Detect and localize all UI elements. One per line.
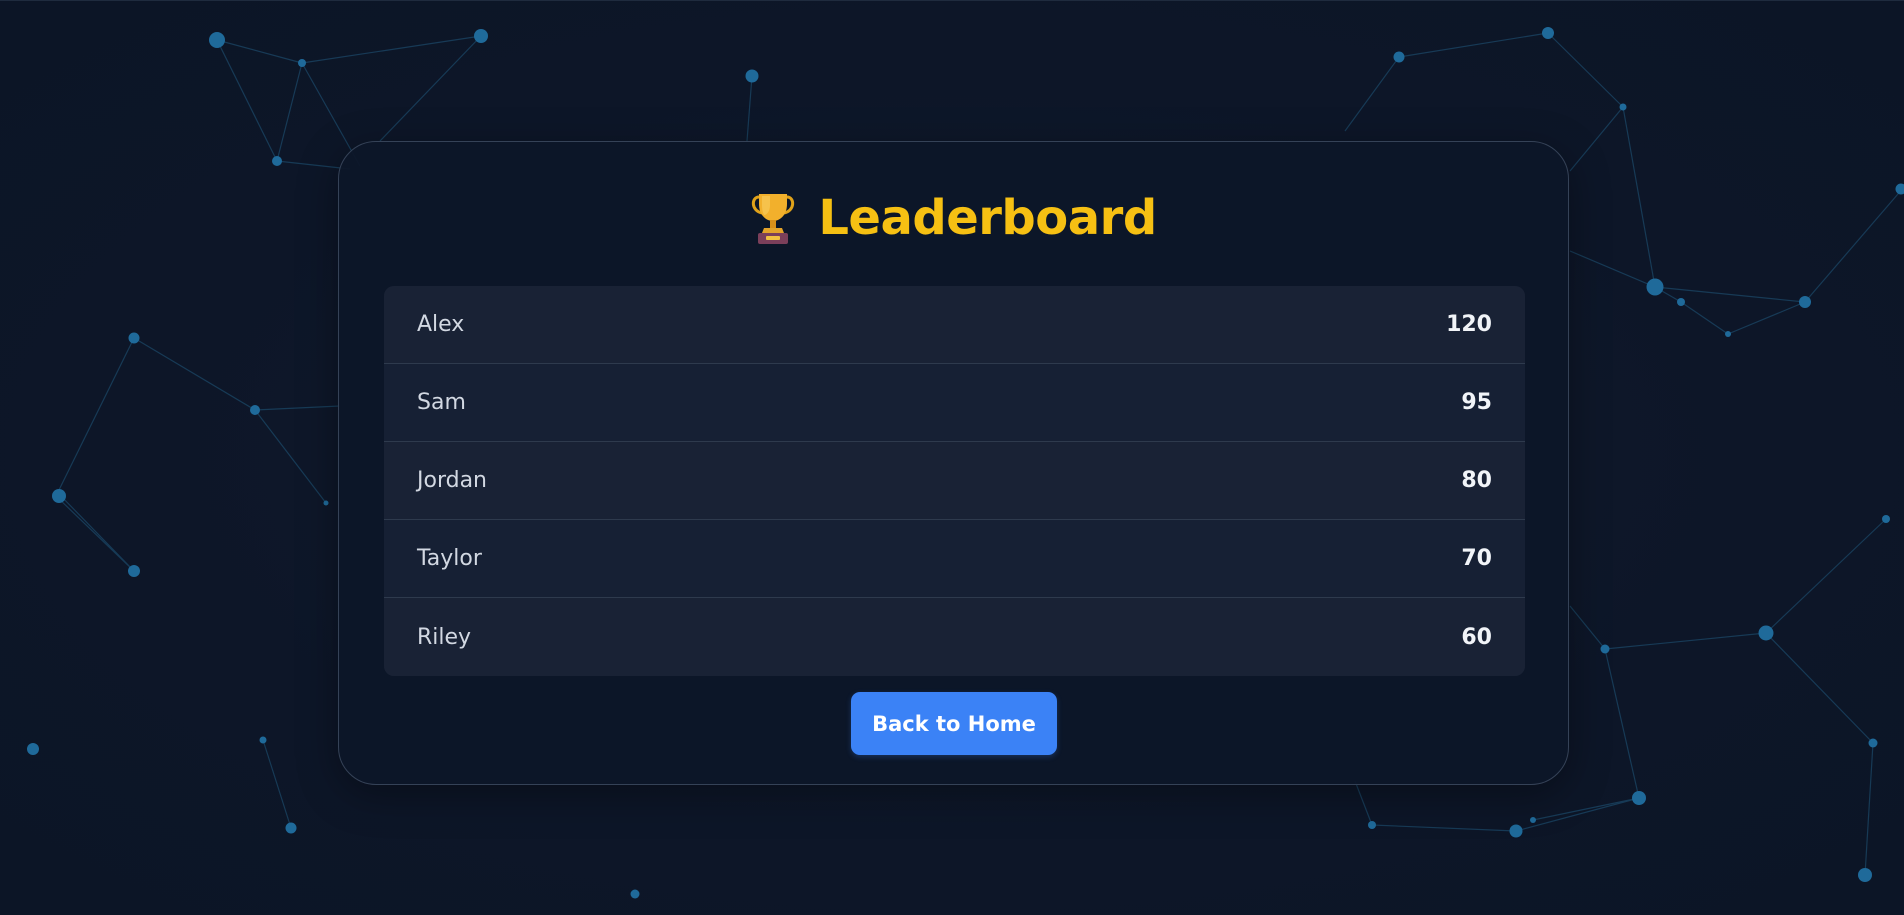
player-name: Sam — [417, 390, 466, 415]
page-title-text: Leaderboard — [818, 190, 1157, 246]
leaderboard-table: Alex 120 Sam 95 Jordan 80 Taylor 70 Rile… — [384, 286, 1525, 676]
trophy-icon — [750, 191, 796, 245]
player-name: Alex — [417, 312, 465, 337]
table-row: Taylor 70 — [384, 520, 1525, 598]
table-row: Jordan 80 — [384, 442, 1525, 520]
player-name: Riley — [417, 624, 472, 650]
player-score: 60 — [1461, 624, 1492, 650]
player-score: 80 — [1461, 468, 1492, 493]
player-name: Taylor — [417, 546, 482, 571]
player-name: Jordan — [417, 468, 487, 493]
table-row: Alex 120 — [384, 286, 1525, 364]
player-score: 120 — [1446, 312, 1492, 337]
table-row: Sam 95 — [384, 364, 1525, 442]
player-score: 95 — [1461, 390, 1492, 415]
player-score: 70 — [1461, 546, 1492, 571]
leaderboard-page: Leaderboard Alex 120 Sam 95 Jordan 80 Ta… — [0, 0, 1904, 915]
back-to-home-button[interactable]: Back to Home — [851, 692, 1057, 755]
page-title: Leaderboard — [339, 186, 1568, 250]
table-row: Riley 60 — [384, 598, 1525, 676]
leaderboard-card: Leaderboard Alex 120 Sam 95 Jordan 80 Ta… — [338, 141, 1569, 785]
